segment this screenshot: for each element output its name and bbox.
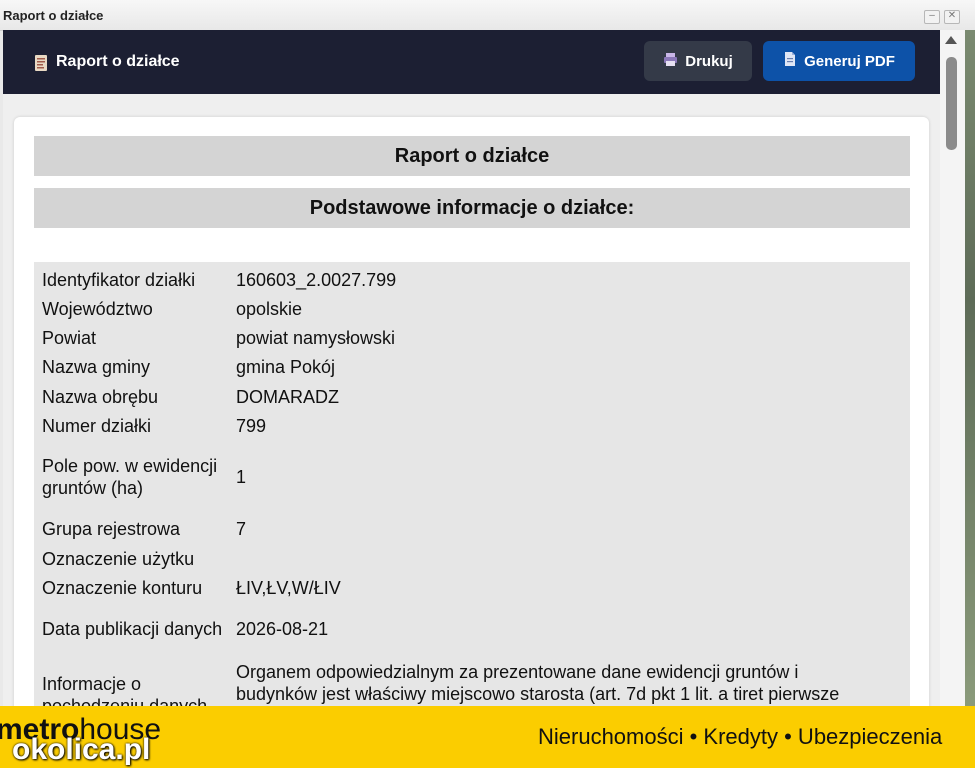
row-label: Identyfikator działki bbox=[42, 269, 196, 290]
table-row: Identyfikator działki 160603_2.0027.799 bbox=[34, 265, 910, 294]
document-icon bbox=[33, 54, 49, 77]
table-row: Nazwa gminy gmina Pokój bbox=[34, 352, 910, 382]
row-value: opolskie bbox=[236, 298, 303, 319]
row-value: 1 bbox=[236, 467, 247, 487]
row-value: 2026-08-21 bbox=[236, 619, 329, 639]
row-label: Nazwa gminy bbox=[42, 357, 151, 377]
site-logo: okolica.pl bbox=[12, 733, 151, 766]
vertical-scrollbar[interactable] bbox=[940, 30, 965, 706]
promo-banner: metrohouse okolica.pl Nieruchomości • Kr… bbox=[0, 706, 975, 768]
row-value: ŁIV,ŁV,W/ŁIV bbox=[236, 578, 341, 598]
row-label: Oznaczenie użytku bbox=[42, 548, 195, 569]
table-row: Oznaczenie użytku bbox=[34, 544, 910, 573]
print-label: Drukuj bbox=[685, 52, 733, 70]
row-value: 7 bbox=[236, 518, 247, 539]
background-map-strip bbox=[965, 30, 975, 706]
info-table: Identyfikator działki 160603_2.0027.799 … bbox=[34, 262, 910, 706]
printer-icon bbox=[663, 52, 678, 71]
row-label: Pole pow. w ewidencji gruntów (ha) bbox=[42, 456, 218, 498]
row-label: Oznaczenie konturu bbox=[42, 578, 203, 598]
row-label: Grupa rejestrowa bbox=[42, 518, 181, 539]
table-row: Informacje o pochodzeniu danych Organem … bbox=[34, 655, 910, 706]
report-card: Raport o działce Podstawowe informacje o… bbox=[14, 117, 929, 706]
report-content: Raport o działce Podstawowe informacje o… bbox=[3, 94, 940, 706]
scrollbar-thumb[interactable] bbox=[946, 57, 957, 150]
print-button[interactable]: Drukuj bbox=[644, 41, 752, 81]
row-label: Nazwa obrębu bbox=[42, 386, 159, 407]
minimize-icon[interactable]: – bbox=[924, 10, 940, 24]
row-value: 160603_2.0027.799 bbox=[236, 269, 397, 290]
section-title: Podstawowe informacje o działce: bbox=[34, 188, 910, 228]
table-row: Powiat powiat namysłowski bbox=[34, 323, 910, 352]
banner-tagline: Nieruchomości • Kredyty • Ubezpieczenia bbox=[538, 724, 943, 749]
row-label: Numer działki bbox=[42, 416, 152, 436]
table-row: Data publikacji danych 2026-08-21 bbox=[34, 603, 910, 655]
scroll-up-arrow-icon[interactable] bbox=[945, 36, 957, 44]
row-value: powiat namysłowski bbox=[236, 327, 396, 348]
table-row: Grupa rejestrowa 7 bbox=[34, 513, 910, 544]
window-titlebar: Raport o działce – ✕ bbox=[0, 0, 975, 31]
table-row: Oznaczenie konturu ŁIV,ŁV,W/ŁIV bbox=[34, 573, 910, 603]
window-title: Raport o działce bbox=[3, 8, 104, 23]
close-icon[interactable]: ✕ bbox=[944, 10, 960, 24]
row-value: gmina Pokój bbox=[236, 357, 336, 377]
row-label: Informacje o pochodzeniu danych bbox=[42, 674, 208, 706]
table-row: Pole pow. w ewidencji gruntów (ha) 1 bbox=[34, 441, 910, 513]
table-row: Numer działki 799 bbox=[34, 411, 910, 441]
generate-pdf-button[interactable]: Generuj PDF bbox=[763, 41, 915, 81]
table-row: Nazwa obrębu DOMARADZ bbox=[34, 382, 910, 411]
row-label: Data publikacji danych bbox=[42, 619, 223, 639]
row-value: DOMARADZ bbox=[236, 386, 339, 407]
row-value: Organem odpowiedzialnym za prezentowane … bbox=[236, 662, 840, 704]
row-label: Województwo bbox=[42, 298, 153, 319]
header-title: Raport o działce bbox=[56, 53, 180, 70]
report-header: Raport o działce Drukuj Generuj PDF bbox=[3, 30, 940, 94]
row-label: Powiat bbox=[42, 327, 97, 348]
table-row: Województwo opolskie bbox=[34, 294, 910, 323]
report-title: Raport o działce bbox=[34, 136, 910, 176]
pdf-document-icon bbox=[783, 51, 797, 71]
pdf-label: Generuj PDF bbox=[804, 52, 895, 70]
row-value: 799 bbox=[236, 416, 267, 436]
